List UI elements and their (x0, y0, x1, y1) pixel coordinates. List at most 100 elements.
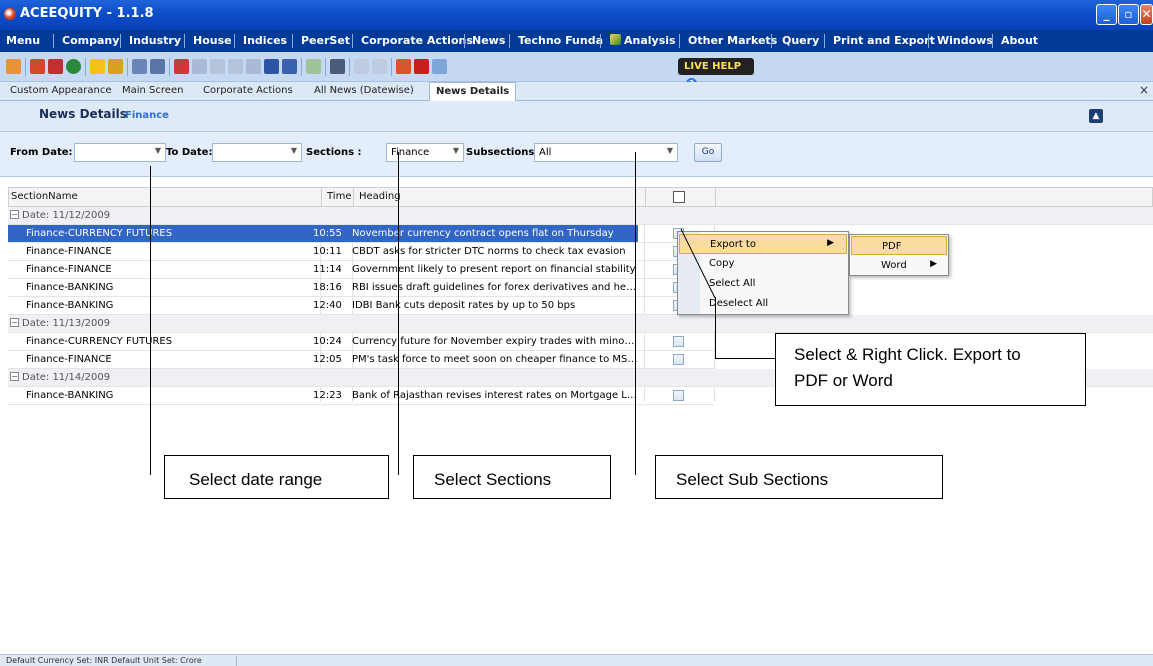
app-logo-icon (4, 8, 16, 20)
window-icon[interactable] (132, 59, 147, 74)
select-all-checkbox[interactable] (673, 191, 685, 203)
table-row[interactable]: Finance-CURRENCY FUTURES 10:55 November … (8, 225, 714, 243)
chevron-down-icon: ▼ (452, 146, 459, 155)
home-icon[interactable] (6, 59, 21, 74)
menu-peerset[interactable]: PeerSet (301, 34, 350, 47)
export-icon[interactable] (396, 59, 411, 74)
filter-bar: From Date: ▼ To Date: ▼ Sections : Finan… (0, 132, 1153, 177)
title-bar: ACEEQUITY - 1.1.8 _ ▫ ✕ (0, 0, 1153, 30)
minimize-button[interactable]: _ (1096, 4, 1117, 25)
pdf-icon[interactable] (174, 59, 189, 74)
callout-pointer (635, 152, 636, 475)
paste-icon[interactable] (228, 59, 243, 74)
table-row[interactable]: Finance-BANKING 12:40 IDBI Bank cuts dep… (8, 297, 714, 315)
status-text: Default Currency Set: INR Default Unit S… (6, 656, 202, 665)
close-button[interactable]: ✕ (1140, 4, 1153, 25)
collapse-icon[interactable]: − (10, 318, 19, 327)
menu-other-markets[interactable]: Other Markets (688, 34, 777, 47)
collapse-icon[interactable]: − (10, 210, 19, 219)
page-subtitle: Finance (125, 110, 169, 121)
subsections-label: Subsections : (466, 147, 542, 158)
menu-indices[interactable]: Indices (243, 34, 287, 47)
column-header-section[interactable]: SectionName (11, 191, 78, 202)
back-icon[interactable] (30, 59, 45, 74)
tab-main-screen[interactable]: Main Screen (122, 85, 183, 96)
chevron-down-icon: ▼ (666, 146, 673, 155)
filter-icon[interactable] (372, 59, 387, 74)
menu-industry[interactable]: Industry (129, 34, 181, 47)
table-row[interactable]: Finance-BANKING 18:16 RBI issues draft g… (8, 279, 714, 297)
table-row[interactable]: Finance-BANKING 12:23 Bank of Rajasthan … (8, 387, 714, 405)
menu-news[interactable]: News (472, 34, 505, 47)
settings-icon[interactable] (432, 59, 447, 74)
menu-house[interactable]: House (193, 34, 232, 47)
row-checkbox[interactable] (673, 390, 684, 401)
grid-header: SectionName Time Heading (8, 187, 1153, 207)
to-date-picker[interactable]: ▼ (212, 143, 302, 162)
chart-icon[interactable] (354, 59, 369, 74)
add-favorite-icon[interactable] (108, 59, 123, 74)
tab-corporate-actions[interactable]: Corporate Actions (203, 85, 293, 96)
menu-item-word[interactable]: Word ▶ (851, 256, 947, 275)
chevron-down-icon: ▼ (154, 146, 161, 155)
to-date-label: To Date: (166, 147, 213, 158)
group-row[interactable]: − Date: 11/12/2009 (8, 207, 1153, 225)
tab-news-details[interactable]: News Details (429, 82, 517, 102)
menu-techno-funda[interactable]: Techno Funda (518, 34, 603, 47)
menu-query[interactable]: Query (782, 34, 819, 47)
subsections-dropdown[interactable]: All ▼ (534, 143, 678, 162)
analysis-icon (610, 34, 621, 45)
row-checkbox[interactable] (673, 336, 684, 347)
chevron-down-icon: ▼ (290, 146, 297, 155)
collapse-up-icon[interactable]: ▲ (1089, 109, 1103, 123)
copy-icon[interactable] (210, 59, 225, 74)
tab-all-news-datewise[interactable]: All News (Datewise) (314, 85, 414, 96)
menu-analysis[interactable]: Analysis (610, 34, 676, 47)
menu-windows[interactable]: Windows (937, 34, 993, 47)
collapse-icon[interactable]: − (10, 372, 19, 381)
callout-date-range: Select date range (164, 455, 389, 499)
column-header-time[interactable]: Time (327, 191, 351, 202)
stop-icon[interactable] (414, 59, 429, 74)
tab-strip: Custom Appearance Main Screen Corporate … (0, 82, 1153, 102)
print-preview-icon[interactable] (246, 59, 261, 74)
tab-custom-appearance[interactable]: Custom Appearance (10, 85, 112, 96)
row-checkbox[interactable] (673, 354, 684, 365)
word-export-icon[interactable] (282, 59, 297, 74)
menu-bar: Menu Company Industry House Indices Peer… (0, 30, 1153, 52)
refresh-icon[interactable] (66, 59, 81, 74)
tool-icon[interactable] (48, 59, 63, 74)
menu-company[interactable]: Company (62, 34, 119, 47)
close-tab-icon[interactable]: × (1139, 83, 1149, 97)
menu-menu[interactable]: Menu (6, 34, 40, 47)
table-row[interactable]: Finance-FINANCE 12:05 PM's task force to… (8, 351, 714, 369)
page-title: News Details (39, 107, 127, 121)
table-row[interactable]: Finance-CURRENCY FUTURES 10:24 Currency … (8, 333, 714, 351)
restore-button[interactable]: ▫ (1118, 4, 1139, 25)
export-submenu: PDF Word ▶ (849, 234, 949, 276)
chevron-right-icon: ▶ (930, 259, 937, 269)
go-button[interactable]: Go (694, 143, 722, 162)
cascade-icon[interactable] (150, 59, 165, 74)
callout-pointer (150, 166, 151, 475)
screen-icon[interactable] (330, 59, 345, 74)
callout-export: Select & Right Click. Export to PDF or W… (775, 333, 1086, 406)
link-icon[interactable] (192, 59, 207, 74)
group-row[interactable]: − Date: 11/13/2009 (8, 315, 1153, 333)
excel-icon[interactable] (306, 59, 321, 74)
table-row[interactable]: Finance-FINANCE 10:11 CBDT asks for stri… (8, 243, 714, 261)
toolbar: LIVE HELP? (0, 52, 1153, 89)
menu-corporate-actions[interactable]: Corporate Actions (361, 34, 473, 47)
menu-item-pdf[interactable]: PDF (851, 236, 947, 255)
favorite-icon[interactable] (90, 59, 105, 74)
table-row[interactable]: Finance-FINANCE 11:14 Government likely … (8, 261, 714, 279)
menu-print-and-export[interactable]: Print and Export (833, 34, 935, 47)
sections-label: Sections : (306, 147, 362, 158)
live-help-button[interactable]: LIVE HELP? (678, 58, 754, 89)
menu-about[interactable]: About (1001, 34, 1038, 47)
column-header-heading[interactable]: Heading (359, 191, 401, 202)
word-icon[interactable] (264, 59, 279, 74)
from-date-label: From Date: (10, 147, 73, 158)
callout-pointer (398, 152, 399, 475)
from-date-picker[interactable]: ▼ (74, 143, 166, 162)
